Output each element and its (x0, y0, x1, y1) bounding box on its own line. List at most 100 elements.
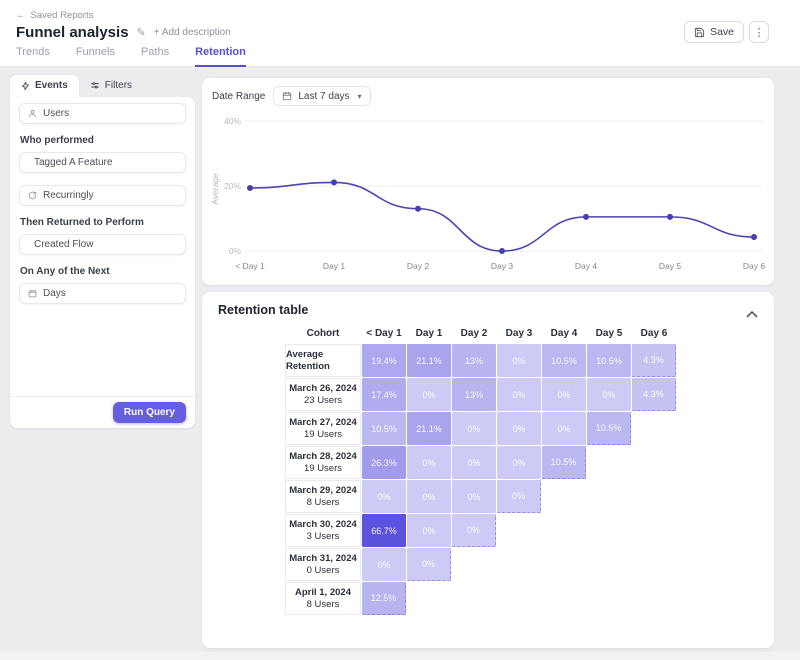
retention-table-header: Cohort< Day 1Day 1Day 2Day 3Day 4Day 5Da… (285, 328, 676, 339)
retention-value-cell[interactable]: 10.5% (587, 344, 631, 377)
user-icon (28, 109, 37, 118)
data-point (667, 214, 673, 220)
who-performed-value: Tagged A Feature (34, 157, 112, 168)
x-tick-label: Day 1 (323, 261, 345, 271)
cohort-date: Average Retention (286, 349, 360, 373)
back-link[interactable]: ← Saved Reports (16, 10, 93, 21)
cohort-cell: March 28, 202419 Users (285, 446, 361, 479)
table-row: March 30, 20243 Users66.7%0%0% (285, 514, 676, 547)
who-performed-select[interactable]: Tagged A Feature (19, 152, 186, 173)
retention-value-cell[interactable]: 4.3% (632, 344, 676, 377)
retention-value-cell[interactable]: 0% (407, 514, 451, 547)
y-tick-label: 20% (224, 181, 241, 191)
retention-value-cell[interactable]: 0% (407, 378, 451, 411)
retention-value-cell[interactable]: 0% (407, 548, 451, 581)
edit-title-icon[interactable]: ✎ (137, 26, 146, 39)
retention-value-cell[interactable]: 10.5% (587, 412, 631, 445)
calendar-icon (28, 289, 37, 298)
query-builder-panel: Users Who performed Tagged A Feature Rec… (10, 97, 195, 428)
bolt-icon (21, 81, 30, 91)
retention-value-cell[interactable]: 19.4% (362, 344, 406, 377)
recurringly-field[interactable]: Recurringly (19, 185, 186, 206)
collapse-chevron-icon[interactable] (746, 305, 758, 323)
retention-value-cell[interactable]: 26.3% (362, 446, 406, 479)
retention-value-cell[interactable]: 0% (497, 480, 541, 513)
retention-value-cell[interactable]: 10.5% (542, 446, 586, 479)
retention-value-cell[interactable]: 4.3% (632, 378, 676, 411)
chevron-down-icon: ▾ (358, 92, 362, 101)
table-row: Average Retention19.4%21.1%13%0%10.5%10.… (285, 344, 676, 377)
tab-retention[interactable]: Retention (195, 46, 246, 67)
tab-paths[interactable]: Paths (141, 46, 169, 67)
save-button[interactable]: Save (684, 21, 744, 43)
retention-value-cell[interactable]: 10.5% (362, 412, 406, 445)
retention-value-cell[interactable]: 0% (452, 412, 496, 445)
days-field[interactable]: Days (19, 283, 186, 304)
users-field-value: Users (43, 108, 69, 119)
back-arrow-icon: ← (16, 10, 26, 21)
retention-value-cell[interactable]: 0% (362, 480, 406, 513)
sidebar-tabs: Events Filters (10, 75, 143, 97)
report-tabs: Trends Funnels Paths Retention (16, 46, 246, 67)
retention-value-cell[interactable]: 0% (362, 548, 406, 581)
users-field[interactable]: Users (19, 103, 186, 124)
cohort-cell: Average Retention (285, 344, 361, 377)
retention-value-cell[interactable]: 66.7% (362, 514, 406, 547)
x-tick-label: Day 4 (575, 261, 597, 271)
retention-value-cell[interactable]: 0% (542, 378, 586, 411)
retention-value-cell[interactable]: 0% (497, 412, 541, 445)
tab-funnels[interactable]: Funnels (76, 46, 115, 67)
cohort-date: March 28, 2024 (289, 451, 357, 463)
retention-line-series (250, 182, 754, 251)
retention-table-title: Retention table (218, 303, 308, 317)
tab-trends[interactable]: Trends (16, 46, 50, 67)
cohort-cell: April 1, 20248 Users (285, 582, 361, 615)
x-tick-label: Day 6 (743, 261, 765, 271)
sidebar-tab-label: Filters (105, 80, 132, 91)
cohort-cell: March 30, 20243 Users (285, 514, 361, 547)
retention-value-cell[interactable]: 0% (452, 446, 496, 479)
refresh-icon (28, 191, 37, 200)
retention-value-cell[interactable]: 13% (452, 378, 496, 411)
cohort-users: 23 Users (304, 395, 342, 407)
then-returned-select[interactable]: Created Flow (19, 234, 186, 255)
retention-value-cell[interactable]: 0% (452, 480, 496, 513)
table-row: April 1, 20248 Users12.5% (285, 582, 676, 615)
bottom-strip (0, 652, 800, 660)
table-row: March 27, 202419 Users10.5%21.1%0%0%0%10… (285, 412, 676, 445)
sidebar-tab-events[interactable]: Events (10, 75, 79, 97)
cohort-users: 0 Users (307, 565, 340, 577)
sidebar-tab-filters[interactable]: Filters (79, 75, 143, 97)
cohort-date: March 27, 2024 (289, 417, 357, 429)
retention-value-cell[interactable]: 12.5% (362, 582, 406, 615)
add-description-button[interactable]: + Add description (154, 27, 231, 38)
retention-value-cell[interactable]: 21.1% (407, 344, 451, 377)
title-row: Funnel analysis ✎ + Add description (16, 24, 231, 41)
retention-value-cell[interactable]: 0% (407, 480, 451, 513)
retention-value-cell[interactable]: 17.4% (362, 378, 406, 411)
retention-line-chart: 0%20%40%Average< Day 1Day 1Day 2Day 3Day… (210, 111, 768, 277)
date-range-select[interactable]: Last 7 days ▾ (273, 86, 370, 106)
cohort-cell: March 26, 202423 Users (285, 378, 361, 411)
retention-value-cell[interactable]: 0% (497, 344, 541, 377)
retention-value-cell[interactable]: 0% (452, 514, 496, 547)
retention-value-cell[interactable]: 10.5% (542, 344, 586, 377)
retention-value-cell[interactable]: 0% (407, 446, 451, 479)
data-point (583, 214, 589, 220)
cohort-users: 19 Users (304, 463, 342, 475)
retention-value-cell[interactable]: 0% (587, 378, 631, 411)
run-query-button[interactable]: Run Query (113, 402, 186, 423)
cohort-date: March 31, 2024 (289, 553, 357, 565)
retention-value-cell[interactable]: 13% (452, 344, 496, 377)
days-field-value: Days (43, 288, 66, 299)
retention-value-cell[interactable]: 0% (497, 378, 541, 411)
header-actions: Save ⋮ (684, 21, 769, 43)
more-options-button[interactable]: ⋮ (749, 21, 769, 43)
retention-value-cell[interactable]: 0% (497, 446, 541, 479)
retention-table-card: Retention table Cohort< Day 1Day 1Day 2D… (202, 292, 774, 648)
save-icon (694, 27, 705, 38)
retention-value-cell[interactable]: 0% (542, 412, 586, 445)
retention-value-cell[interactable]: 21.1% (407, 412, 451, 445)
cohort-cell: March 29, 20248 Users (285, 480, 361, 513)
column-header: Day 3 (497, 328, 541, 339)
